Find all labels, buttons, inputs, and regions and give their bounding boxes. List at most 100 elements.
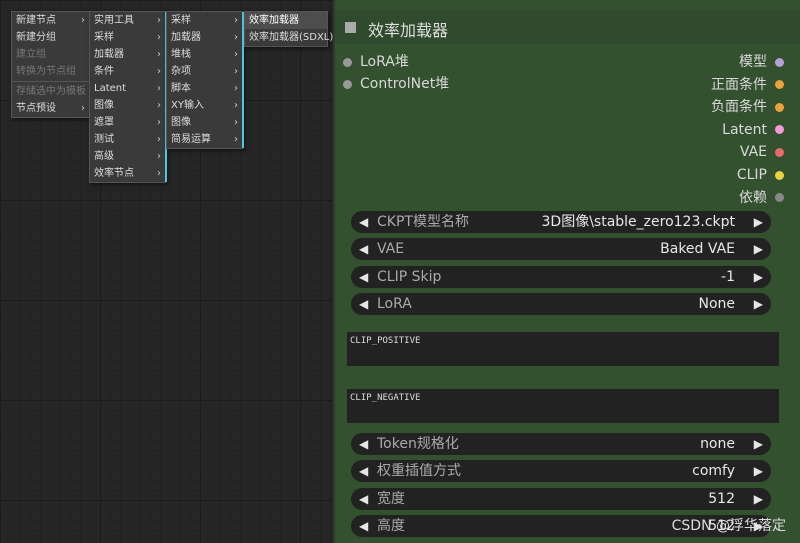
menu-item[interactable]: 图像 ›: [167, 114, 244, 131]
input-label: ControlNet堆: [360, 76, 450, 92]
arrow-left-icon[interactable]: ◀: [359, 211, 368, 233]
menu-item[interactable]: 采样 ›: [167, 12, 244, 29]
arrow-left-icon[interactable]: ◀: [359, 266, 368, 288]
menu-item[interactable]: 节点预设 ›: [12, 100, 89, 117]
input-slot[interactable]: ControlNet堆: [343, 74, 449, 94]
arrow-right-icon[interactable]: ▶: [754, 293, 763, 315]
output-slot[interactable]: 正面条件: [711, 75, 784, 95]
menu-item[interactable]: 新建分组: [12, 29, 89, 46]
menu-item-label: 高级: [94, 151, 114, 162]
arrow-right-icon[interactable]: ▶: [754, 266, 763, 288]
menu-item[interactable]: 加载器 ›: [167, 29, 244, 46]
menu-item[interactable]: 图像 ›: [90, 97, 167, 114]
widget-name: CLIP Skip: [377, 268, 442, 285]
input-socket-icon[interactable]: [343, 79, 352, 89]
menu-item-label: 图像: [94, 100, 114, 111]
menu-item[interactable]: Latent ›: [90, 80, 167, 97]
output-socket-icon[interactable]: [775, 170, 784, 180]
menu-item[interactable]: XY输入 ›: [167, 97, 244, 114]
combo-widget[interactable]: ◀ LoRA None ▶: [351, 292, 771, 315]
menu-item[interactable]: 测试 ›: [90, 131, 167, 148]
menu-item-label: 效率加载器: [249, 15, 299, 26]
watermark: CSDN @浮华落定: [671, 518, 786, 534]
arrow-left-icon[interactable]: ◀: [359, 293, 368, 315]
output-label: Latent: [722, 121, 767, 138]
arrow-right-icon[interactable]: ▶: [754, 238, 763, 260]
chevron-right-icon: ›: [157, 151, 161, 162]
submenu-indicator: [242, 46, 244, 63]
output-label: 模型: [739, 54, 767, 70]
combo-widget[interactable]: ◀ VAE Baked VAE ▶: [351, 238, 771, 261]
arrow-right-icon[interactable]: ▶: [754, 460, 763, 482]
menu-item[interactable]: 采样 ›: [90, 29, 167, 46]
menu-item[interactable]: 堆栈 ›: [167, 46, 244, 63]
node-collapse-icon[interactable]: [345, 22, 356, 33]
node-header[interactable]: 效率加载器: [335, 10, 800, 44]
output-slot[interactable]: 模型: [739, 52, 784, 72]
output-slot[interactable]: Latent: [722, 120, 784, 140]
combo-widget[interactable]: ◀ Token规格化 none ▶: [351, 433, 771, 455]
menu-item[interactable]: 效率加载器(SDXL): [245, 29, 333, 46]
menu-item[interactable]: 高级 ›: [90, 148, 167, 165]
combo-widget[interactable]: ◀ 权重插值方式 comfy ▶: [351, 460, 771, 483]
chevron-right-icon: ›: [234, 134, 238, 145]
widget-value: None: [698, 295, 735, 312]
menu-item[interactable]: 脚本 ›: [167, 80, 244, 97]
combo-widget[interactable]: ◀ CLIP Skip -1 ▶: [351, 265, 771, 288]
arrow-right-icon[interactable]: ▶: [754, 488, 763, 510]
output-slot[interactable]: CLIP: [737, 165, 784, 185]
output-socket-icon[interactable]: [775, 125, 784, 135]
menu-item[interactable]: 建立组: [12, 46, 89, 63]
menu-item[interactable]: 转换为节点组: [12, 63, 89, 80]
arrow-left-icon[interactable]: ◀: [359, 488, 368, 510]
input-slot[interactable]: LoRA堆: [343, 52, 409, 72]
chevron-right-icon: ›: [157, 32, 161, 43]
arrow-left-icon[interactable]: ◀: [359, 460, 368, 482]
output-slot[interactable]: 依赖: [739, 188, 784, 208]
output-socket-icon[interactable]: [775, 193, 784, 203]
chevron-right-icon: ›: [234, 32, 238, 43]
output-label: 依赖: [739, 189, 767, 206]
menu-item-label: 条件: [94, 66, 114, 77]
widget-name: 权重插值方式: [377, 463, 461, 480]
chevron-right-icon: ›: [81, 103, 85, 114]
input-socket-icon[interactable]: [343, 57, 352, 67]
menu-item-label: 测试: [94, 134, 114, 145]
output-socket-icon[interactable]: [775, 57, 784, 67]
output-socket-icon[interactable]: [775, 147, 784, 157]
menu-item[interactable]: 效率加载器: [245, 12, 327, 29]
menu-item[interactable]: 存储选中为模板: [12, 83, 89, 100]
output-slot[interactable]: VAE: [740, 142, 784, 162]
menu-item[interactable]: 加载器 ›: [90, 46, 167, 63]
chevron-right-icon: ›: [157, 66, 161, 77]
arrow-left-icon[interactable]: ◀: [359, 238, 368, 260]
chevron-right-icon: ›: [234, 15, 238, 26]
menu-item[interactable]: 遮罩 ›: [90, 114, 167, 131]
arrow-left-icon[interactable]: ◀: [359, 433, 368, 455]
widget-value: Baked VAE: [660, 241, 735, 258]
arrow-left-icon[interactable]: ◀: [359, 515, 368, 537]
menu-item-label: 节点预设: [16, 103, 56, 114]
output-label: 负面条件: [711, 99, 767, 116]
combo-widget[interactable]: ◀ CKPT模型名称 3D图像\stable_zero123.ckpt ▶: [351, 211, 771, 233]
output-socket-icon[interactable]: [775, 80, 784, 90]
output-socket-icon[interactable]: [775, 102, 784, 112]
menu-item[interactable]: 效率节点 ›: [90, 165, 167, 182]
arrow-right-icon[interactable]: ▶: [754, 211, 763, 233]
menu-item[interactable]: 杂项 ›: [167, 63, 244, 80]
clip-positive-textarea[interactable]: CLIP_POSITIVE: [347, 332, 779, 366]
arrow-right-icon[interactable]: ▶: [754, 433, 763, 455]
combo-widget[interactable]: ◀ 宽度 512 ▶: [351, 487, 771, 510]
menu-item[interactable]: 简易运算 ›: [167, 131, 244, 148]
menu-item[interactable]: 新建节点 ›: [12, 12, 89, 29]
menu-item-label: 遮罩: [94, 117, 114, 128]
chevron-right-icon: ›: [234, 117, 238, 128]
efficient-loader-node[interactable]: 效率加载器 LoRA堆 ControlNet堆 模型正面条件负面条件 Latent V…: [333, 0, 800, 543]
widget-name: LoRA: [377, 295, 412, 312]
submenu-indicator: [242, 80, 244, 97]
menu-item[interactable]: 条件 ›: [90, 63, 167, 80]
clip-negative-textarea[interactable]: CLIP_NEGATIVE: [347, 389, 779, 423]
menu-item-label: 实用工具: [94, 15, 134, 26]
menu-item[interactable]: 实用工具 ›: [90, 12, 167, 29]
output-slot[interactable]: 负面条件: [711, 97, 784, 117]
